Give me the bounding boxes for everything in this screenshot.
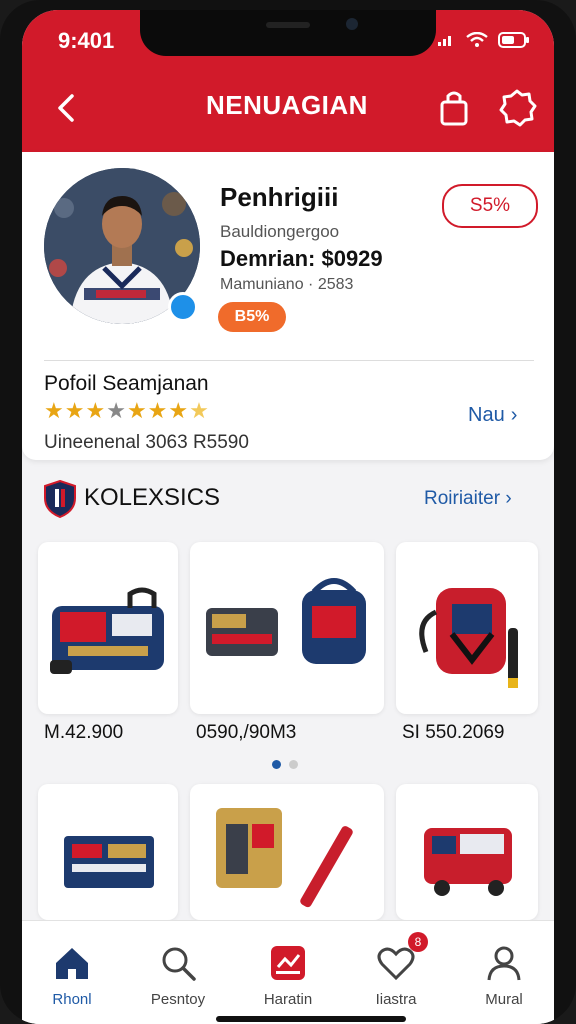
percent-badge[interactable]: S5% (442, 184, 538, 228)
product-price: M.42.900 (44, 722, 124, 743)
cooler-and-bat-image (216, 808, 353, 908)
user-icon (487, 946, 521, 981)
home-indicator[interactable] (216, 1016, 406, 1022)
backpack-image (419, 588, 518, 688)
gear-icon[interactable] (496, 86, 538, 128)
product-card[interactable] (38, 542, 178, 714)
signal-icon (438, 36, 451, 46)
status-icons (438, 32, 530, 48)
product-price: SI 550.2069 (402, 722, 505, 743)
club-shield-icon (44, 480, 76, 518)
search-icon (162, 947, 196, 981)
profile-nav-link[interactable]: Nau › (468, 404, 517, 427)
profile-subtitle: Bauldiongergoo (220, 222, 340, 241)
star-icon: ★ (85, 398, 107, 423)
product-price: 0590,/90M3 (196, 722, 297, 743)
profile-demo-line: Demrian: $0929 (220, 246, 383, 271)
status-time: 9:401 (58, 28, 115, 53)
speaker (266, 22, 310, 28)
star-half-icon: ★ (189, 398, 210, 423)
collection-title: KOLEXSICS (84, 484, 221, 511)
product-card[interactable] (396, 784, 538, 920)
notification-badge: 8 (408, 932, 428, 952)
toy-bus-image (424, 828, 512, 896)
star-rating: ★★★★★★★★ (44, 398, 210, 424)
profile-member-line: Mamuniano · 2583 (220, 276, 354, 293)
profile-nav-link-label: Nau (468, 404, 505, 426)
star-icon: ★ (64, 398, 86, 423)
tab-label: Rhonl (52, 991, 92, 1008)
star-icon: ★ (168, 398, 190, 423)
tab-label: Mural (485, 991, 523, 1008)
star-icon: ★ (126, 398, 148, 423)
battery-icon (498, 32, 529, 48)
carousel-dot-active[interactable] (272, 760, 281, 769)
home-icon (56, 948, 88, 979)
gear-set-image (206, 578, 366, 664)
profile-footnote: Uineenenal 3063 R5590 (44, 432, 249, 453)
chevron-right-icon: › (505, 488, 512, 509)
star-icon: ★ (106, 398, 127, 423)
discount-pill[interactable]: B5% (218, 302, 286, 332)
carousel-dots (272, 760, 298, 769)
phone-frame: 9:401 NENUAGIAN Penhrigiii Bauldiongergo… (0, 0, 576, 1024)
star-icon: ★ (44, 398, 65, 423)
chart-icon (271, 946, 305, 980)
app-screen: 9:401 NENUAGIAN Penhrigiii Bauldiongergo… (22, 10, 554, 1024)
tab-search[interactable]: Pesntoy (128, 921, 228, 1024)
top-app-bar: 9:401 NENUAGIAN (22, 10, 554, 152)
tab-label: Haratin (263, 991, 313, 1008)
collection-link[interactable]: Roiriaiter › (424, 488, 512, 510)
camera (346, 18, 358, 30)
tab-profile[interactable]: Mural (454, 921, 554, 1024)
product-card[interactable] (190, 542, 384, 714)
tab-home[interactable]: Rhonl (22, 921, 122, 1024)
page-title: NENUAGIAN (206, 90, 368, 120)
profile-name: Penhrigiii (220, 182, 339, 212)
collection-link-label: Roiriaiter (424, 488, 501, 509)
kit-bag-image (50, 587, 164, 674)
notch (140, 10, 436, 56)
gift-box-image (64, 836, 154, 888)
tab-label: Pesntoy (150, 991, 206, 1008)
product-card[interactable] (396, 542, 538, 714)
tab-label: Iiastra (375, 991, 417, 1008)
profile-card: Penhrigiii Bauldiongergoo Demrian: $0929… (22, 152, 554, 460)
wifi-icon (466, 32, 488, 47)
product-card[interactable] (38, 784, 178, 920)
star-icon: ★ (147, 398, 169, 423)
chevron-right-icon: › (510, 404, 518, 426)
carousel-dot[interactable] (289, 760, 298, 769)
back-arrow-icon[interactable] (48, 88, 88, 128)
bottom-tab-bar: Rhonl Pesntoy Haratin Iiastra Mural (22, 920, 554, 1024)
online-status-dot (168, 292, 198, 322)
product-card[interactable] (190, 784, 384, 920)
divider (44, 360, 534, 361)
shopping-bag-icon[interactable] (436, 88, 472, 128)
tab-stats[interactable]: Haratin (238, 921, 338, 1024)
tab-favorites[interactable]: Iiastra (346, 921, 446, 1024)
profile-section-title: Pofoil Seamjanan (44, 372, 209, 395)
